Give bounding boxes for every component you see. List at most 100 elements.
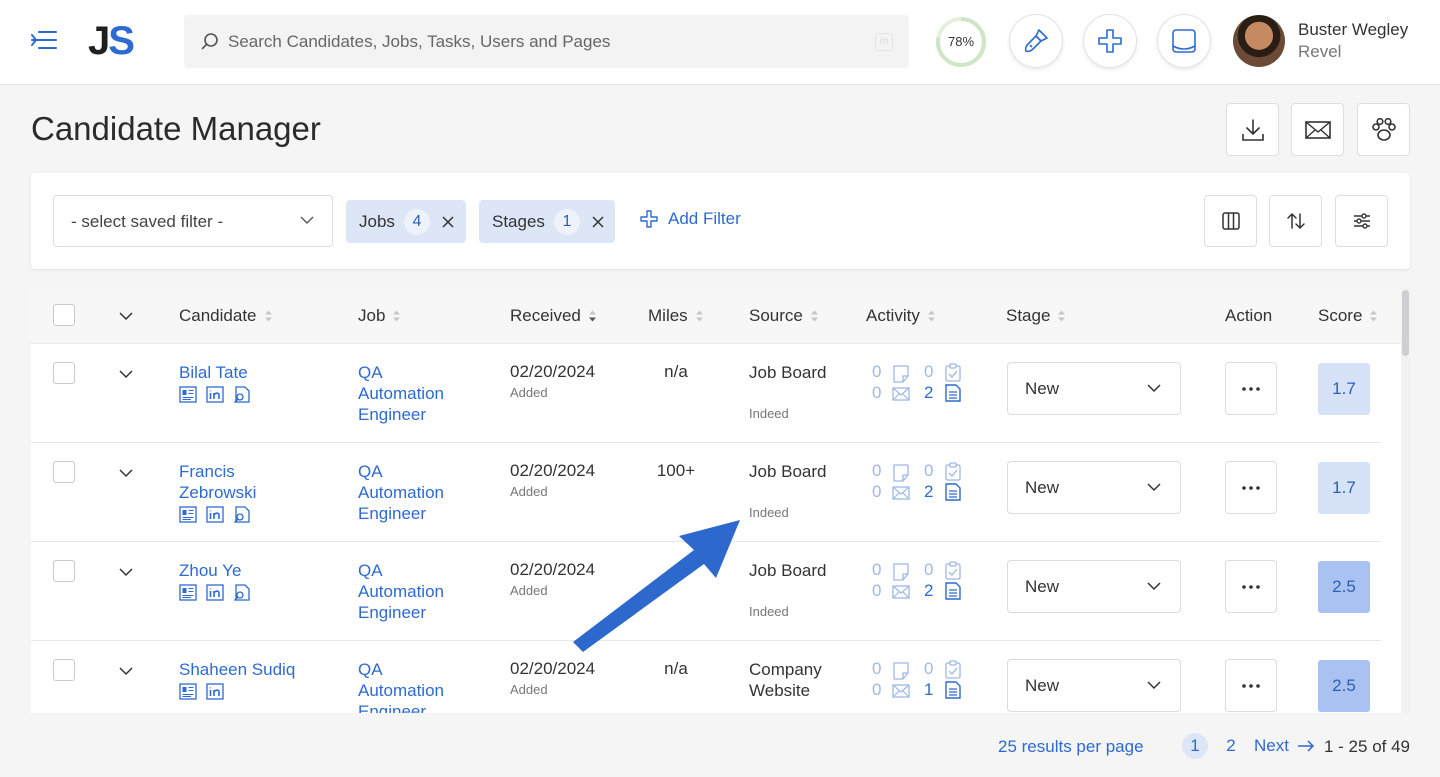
select-all-checkbox[interactable] <box>53 304 75 326</box>
column-header-source[interactable]: Source <box>749 306 819 326</box>
score-badge[interactable]: 1.7 <box>1318 363 1370 415</box>
documents-count[interactable]: 2 <box>924 383 933 403</box>
emails-count[interactable]: 0 <box>872 482 881 502</box>
results-per-page-select[interactable]: 25 results per page <box>998 737 1144 757</box>
column-header-candidate[interactable]: Candidate <box>179 306 273 326</box>
notes-count[interactable]: 0 <box>872 362 881 382</box>
notes-count[interactable]: 0 <box>872 461 881 481</box>
sort-button[interactable] <box>1269 195 1322 247</box>
resume-icon[interactable] <box>179 386 197 403</box>
row-checkbox[interactable] <box>53 461 75 483</box>
mail-icon[interactable] <box>892 485 910 501</box>
documents-count[interactable]: 2 <box>924 581 933 601</box>
column-header-miles[interactable]: Miles <box>648 306 704 326</box>
menu-collapse-icon[interactable] <box>30 28 58 52</box>
quick-add-button[interactable] <box>1083 14 1137 68</box>
resume-icon[interactable] <box>179 584 197 601</box>
documents-count[interactable]: 1 <box>924 680 933 700</box>
linkedin-icon[interactable] <box>206 506 224 523</box>
chevron-down-icon[interactable] <box>119 667 133 676</box>
notes-count[interactable]: 0 <box>872 659 881 679</box>
filter-chip-jobs[interactable]: Jobs 4 <box>346 200 466 243</box>
documents-count[interactable]: 2 <box>924 482 933 502</box>
document-icon[interactable] <box>945 483 961 501</box>
filter-chip-stages[interactable]: Stages 1 <box>479 200 615 243</box>
score-badge[interactable]: 2.5 <box>1318 660 1370 712</box>
job-title-link[interactable]: QA Automation Engineer <box>358 560 468 623</box>
column-header-received[interactable]: Received <box>510 306 597 326</box>
chevron-down-icon[interactable] <box>119 469 133 478</box>
mail-icon[interactable] <box>892 683 910 699</box>
page-1-button[interactable]: 1 <box>1182 733 1208 759</box>
clipboard-icon[interactable] <box>944 462 962 481</box>
page-2-button[interactable]: 2 <box>1218 733 1244 759</box>
profile-progress-ring[interactable]: 78% <box>935 16 987 68</box>
resume-icon[interactable] <box>179 683 197 700</box>
mail-icon[interactable] <box>892 584 910 600</box>
app-logo[interactable]: JS <box>88 19 135 64</box>
tasks-count[interactable]: 0 <box>924 461 933 481</box>
chevron-down-icon[interactable] <box>119 312 133 321</box>
close-icon[interactable] <box>438 212 458 232</box>
emails-count[interactable]: 0 <box>872 680 881 700</box>
document-icon[interactable] <box>945 384 961 402</box>
avatar[interactable] <box>1233 15 1285 67</box>
add-filter-button[interactable]: Add Filter <box>639 209 741 229</box>
stage-select[interactable]: New <box>1007 659 1181 712</box>
job-title-link[interactable]: QA Automation Engineer <box>358 659 468 713</box>
saved-filter-select[interactable]: - select saved filter - <box>53 195 333 247</box>
search-document-icon[interactable] <box>233 386 251 403</box>
document-icon[interactable] <box>945 681 961 699</box>
note-icon[interactable] <box>892 464 910 482</box>
chevron-down-icon[interactable] <box>119 568 133 577</box>
row-actions-button[interactable] <box>1225 362 1277 415</box>
search-document-icon[interactable] <box>233 506 251 523</box>
table-settings-button[interactable] <box>1335 195 1388 247</box>
row-checkbox[interactable] <box>53 362 75 384</box>
stage-select[interactable]: New <box>1007 461 1181 514</box>
row-checkbox[interactable] <box>53 560 75 582</box>
tasks-count[interactable]: 0 <box>924 560 933 580</box>
talent-pool-button[interactable] <box>1357 103 1410 156</box>
column-header-stage[interactable]: Stage <box>1006 306 1066 326</box>
clipboard-icon[interactable] <box>944 363 962 382</box>
linkedin-icon[interactable] <box>206 584 224 601</box>
document-icon[interactable] <box>945 582 961 600</box>
row-actions-button[interactable] <box>1225 560 1277 613</box>
scrollbar-thumb[interactable] <box>1402 290 1409 356</box>
candidate-name-link[interactable]: Shaheen Sudiq <box>179 659 299 680</box>
chevron-down-icon[interactable] <box>119 370 133 379</box>
clipboard-icon[interactable] <box>944 561 962 580</box>
score-badge[interactable]: 2.5 <box>1318 561 1370 613</box>
linkedin-icon[interactable] <box>206 683 224 700</box>
theme-brush-button[interactable] <box>1009 14 1063 68</box>
column-header-job[interactable]: Job <box>358 306 401 326</box>
search-input[interactable] <box>228 25 848 58</box>
job-title-link[interactable]: QA Automation Engineer <box>358 362 468 425</box>
candidate-name-link[interactable]: Francis Zebrowski <box>179 461 299 503</box>
columns-button[interactable] <box>1204 195 1257 247</box>
table-scrollbar[interactable] <box>1401 288 1410 713</box>
column-header-activity[interactable]: Activity <box>866 306 936 326</box>
search-document-icon[interactable] <box>233 584 251 601</box>
clipboard-icon[interactable] <box>944 660 962 679</box>
row-actions-button[interactable] <box>1225 461 1277 514</box>
emails-count[interactable]: 0 <box>872 581 881 601</box>
user-name[interactable]: Buster Wegley <box>1298 20 1408 40</box>
tasks-count[interactable]: 0 <box>924 362 933 382</box>
score-badge[interactable]: 1.7 <box>1318 462 1370 514</box>
mail-icon[interactable] <box>892 386 910 402</box>
column-header-score[interactable]: Score <box>1318 306 1378 326</box>
stage-select[interactable]: New <box>1007 362 1181 415</box>
email-candidates-button[interactable] <box>1291 103 1344 156</box>
stage-select[interactable]: New <box>1007 560 1181 613</box>
resume-icon[interactable] <box>179 506 197 523</box>
emails-count[interactable]: 0 <box>872 383 881 403</box>
linkedin-icon[interactable] <box>206 386 224 403</box>
row-actions-button[interactable] <box>1225 659 1277 712</box>
note-icon[interactable] <box>892 365 910 383</box>
candidate-name-link[interactable]: Bilal Tate <box>179 362 299 383</box>
next-page-button[interactable]: Next <box>1254 736 1315 756</box>
job-title-link[interactable]: QA Automation Engineer <box>358 461 468 524</box>
candidate-name-link[interactable]: Zhou Ye <box>179 560 299 581</box>
